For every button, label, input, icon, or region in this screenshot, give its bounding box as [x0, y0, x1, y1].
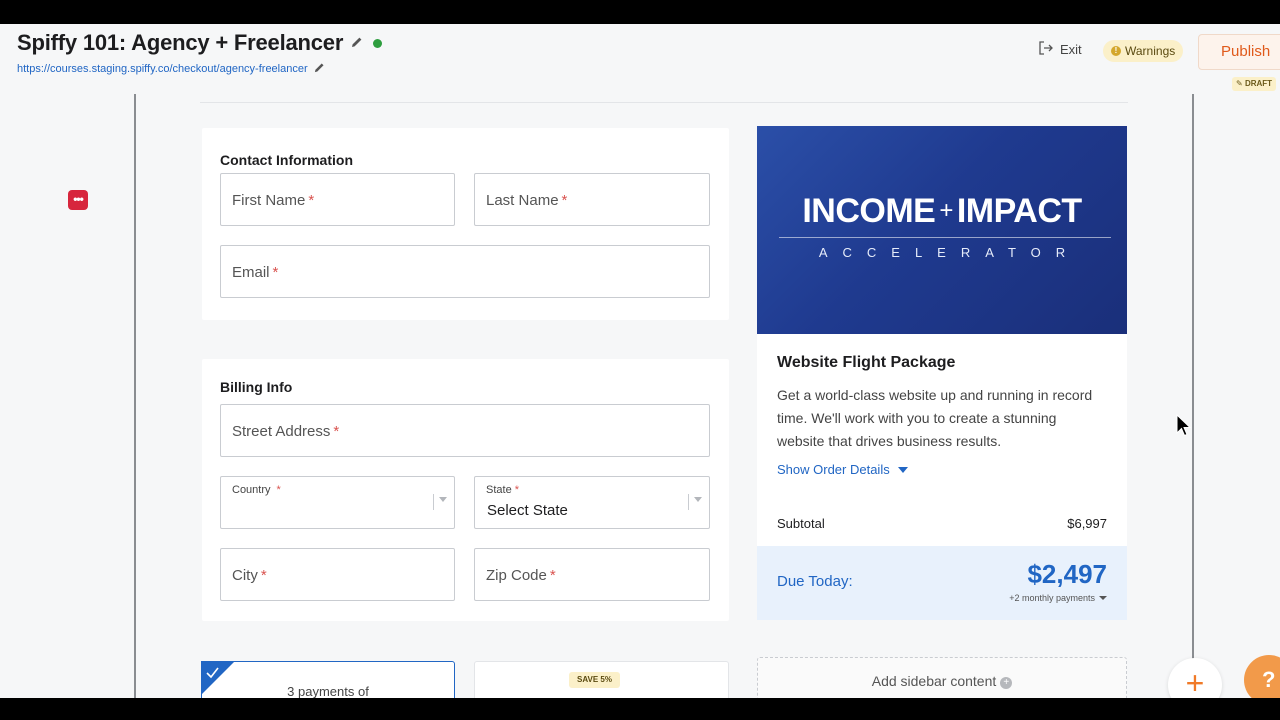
add-sidebar-label: Add sidebar content	[871, 673, 997, 689]
banner-divider	[779, 237, 1111, 238]
state-label: State	[486, 484, 512, 496]
save-badge: SAVE 5%	[569, 672, 620, 688]
country-select[interactable]: Country *	[220, 476, 455, 529]
plus-icon: +	[1185, 665, 1205, 698]
warning-icon: !	[1111, 46, 1121, 56]
required-mark: *	[260, 567, 267, 584]
billing-info-title: Billing Info	[220, 379, 293, 395]
exit-icon	[1038, 41, 1054, 58]
banner-plus: +	[939, 197, 953, 224]
zip-code-field[interactable]: Zip Code *	[474, 548, 710, 601]
monthly-payments-label: +2 monthly payments	[1009, 593, 1095, 603]
status-dot-icon	[373, 38, 383, 48]
due-today-amount: $2,497	[1027, 559, 1107, 589]
required-mark: *	[272, 264, 279, 281]
city-label: City	[232, 567, 258, 584]
more-options-icon[interactable]: •••	[68, 190, 88, 210]
select-separator	[433, 494, 434, 510]
mouse-cursor-icon	[1176, 414, 1192, 437]
checkout-editor: Spiffy 101: Agency + Freelancer https://…	[0, 24, 1280, 698]
payment-option-label: 3 payments of	[287, 684, 369, 698]
draft-badge: ✎ DRAFT	[1232, 77, 1277, 91]
banner-title: INCOME + IMPACT	[757, 192, 1127, 231]
draft-label: DRAFT	[1244, 79, 1273, 88]
banner-title-left: INCOME	[802, 192, 936, 230]
product-description: Get a world-class website up and running…	[777, 387, 1093, 449]
exit-label: Exit	[1060, 42, 1082, 57]
required-mark: *	[514, 484, 519, 496]
state-select[interactable]: State * Select State	[474, 476, 710, 529]
due-today-box: Due Today: $2,497 +2 monthly payments	[757, 546, 1127, 620]
edit-url-pencil-icon[interactable]	[314, 62, 328, 76]
editor-header: Spiffy 101: Agency + Freelancer https://…	[0, 24, 1280, 94]
exit-button[interactable]: Exit	[1038, 41, 1082, 58]
order-summary-card: Website Flight Package Get a world-class…	[757, 334, 1127, 620]
billing-info-card: Billing Info Street Address * Country * St…	[202, 359, 729, 621]
publish-button[interactable]: Publish	[1198, 34, 1280, 70]
add-circle-icon: +	[1000, 677, 1013, 689]
required-mark: *	[333, 423, 340, 440]
last-name-field[interactable]: Last Name *	[474, 173, 710, 226]
last-name-label: Last Name	[486, 192, 559, 209]
subtotal-value: $6,997	[1067, 516, 1107, 531]
url-row: https://courses.staging.spiffy.co/checko…	[17, 62, 328, 76]
edit-title-pencil-icon[interactable]	[351, 36, 365, 50]
subtotal-label: Subtotal	[777, 516, 825, 531]
email-field[interactable]: Email *	[220, 245, 710, 298]
email-label: Email	[232, 264, 270, 281]
order-details-label: Show Order Details	[777, 462, 890, 477]
first-name-field[interactable]: First Name *	[220, 173, 455, 226]
title-row: Spiffy 101: Agency + Freelancer	[17, 30, 383, 56]
required-mark: *	[308, 192, 315, 209]
add-sidebar-content-button[interactable]: Add sidebar content +	[757, 657, 1127, 698]
show-order-details-link[interactable]: Show Order Details	[777, 462, 908, 477]
banner-subtitle: ACCELERATOR	[818, 245, 1081, 260]
warnings-label: Warnings	[1125, 44, 1176, 58]
caret-down-icon	[897, 466, 908, 473]
state-select-value: Select State	[487, 502, 568, 519]
product-banner-image: INCOME + IMPACT ACCELERATOR	[757, 126, 1127, 334]
required-mark: *	[276, 484, 281, 496]
street-address-field[interactable]: Street Address *	[220, 404, 710, 457]
product-name: Website Flight Package	[777, 354, 956, 371]
help-icon: ?	[1262, 667, 1276, 692]
monthly-payments-toggle[interactable]: +2 monthly payments	[1009, 593, 1107, 603]
checkout-url-link[interactable]: https://courses.staging.spiffy.co/checko…	[17, 63, 308, 75]
warnings-button[interactable]: ! Warnings	[1103, 40, 1184, 62]
city-field[interactable]: City *	[220, 548, 455, 601]
street-address-label: Street Address	[232, 423, 331, 440]
draft-pencil-icon: ✎	[1236, 79, 1243, 88]
select-separator	[688, 494, 689, 510]
contact-info-card: Contact Information First Name * Last Nam…	[202, 128, 729, 320]
payment-option-installments[interactable]: 3 payments of	[201, 661, 455, 698]
zip-code-label: Zip Code	[486, 567, 547, 584]
help-button[interactable]: ?	[1244, 655, 1280, 698]
banner-title-right: IMPACT	[956, 192, 1082, 230]
page-title: Spiffy 101: Agency + Freelancer	[17, 30, 344, 55]
chevron-down-icon	[694, 497, 702, 502]
country-label: Country	[232, 484, 271, 496]
caret-down-icon	[1099, 596, 1107, 600]
contact-info-title: Contact Information	[220, 152, 353, 168]
payment-option-single[interactable]: SAVE 5%	[474, 661, 729, 698]
required-mark: *	[549, 567, 556, 584]
due-today-label: Due Today:	[777, 573, 853, 590]
chevron-down-icon	[439, 497, 447, 502]
subtotal-row: Subtotal $6,997	[777, 516, 1107, 531]
add-block-button[interactable]: +	[1168, 658, 1222, 698]
required-mark: *	[561, 192, 568, 209]
first-name-label: First Name	[232, 192, 306, 209]
section-divider	[200, 102, 1128, 103]
